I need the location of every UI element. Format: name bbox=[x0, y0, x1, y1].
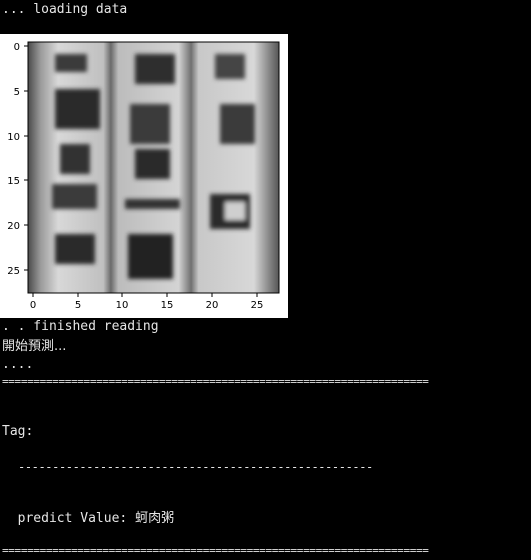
console-line-finished: . . finished reading bbox=[2, 319, 159, 334]
y-tick-label: 15 bbox=[7, 176, 20, 187]
y-tick-label: 5 bbox=[14, 87, 20, 98]
image-plot: 0 5 10 15 20 25 0 5 10 15 20 25 bbox=[0, 34, 288, 318]
x-tick-label: 0 bbox=[30, 300, 36, 311]
tag-label: Tag: bbox=[2, 424, 34, 439]
dash-separator: ----------------------------------------… bbox=[18, 460, 373, 474]
image-plot-svg: 0 5 10 15 20 25 0 5 10 15 20 25 bbox=[7, 41, 280, 311]
y-tick-label: 0 bbox=[14, 42, 20, 53]
predict-line: predict Value: 蚵肉粥 bbox=[2, 495, 174, 526]
predict-value: 蚵肉粥 bbox=[135, 511, 175, 526]
console-line-loading: ... loading data bbox=[2, 2, 128, 17]
y-tick-label: 25 bbox=[7, 266, 20, 277]
x-tick-label: 15 bbox=[161, 300, 174, 311]
console-line-dots: .... bbox=[2, 357, 34, 372]
y-axis: 0 5 10 15 20 25 bbox=[7, 42, 28, 277]
console-line-start-predict: 開始預測... bbox=[2, 339, 67, 354]
x-tick-label: 5 bbox=[75, 300, 81, 311]
x-tick-label: 20 bbox=[206, 300, 219, 311]
x-axis: 0 5 10 15 20 25 bbox=[30, 293, 264, 311]
separator-line-bottom: ========================================… bbox=[2, 545, 429, 557]
predict-prefix: predict Value: bbox=[17, 511, 136, 526]
separator-line: ========================================… bbox=[2, 376, 429, 388]
y-tick-label: 10 bbox=[7, 132, 20, 143]
y-tick-label: 20 bbox=[7, 221, 20, 232]
x-tick-label: 25 bbox=[251, 300, 264, 311]
image-area bbox=[27, 41, 280, 294]
x-tick-label: 10 bbox=[116, 300, 129, 311]
